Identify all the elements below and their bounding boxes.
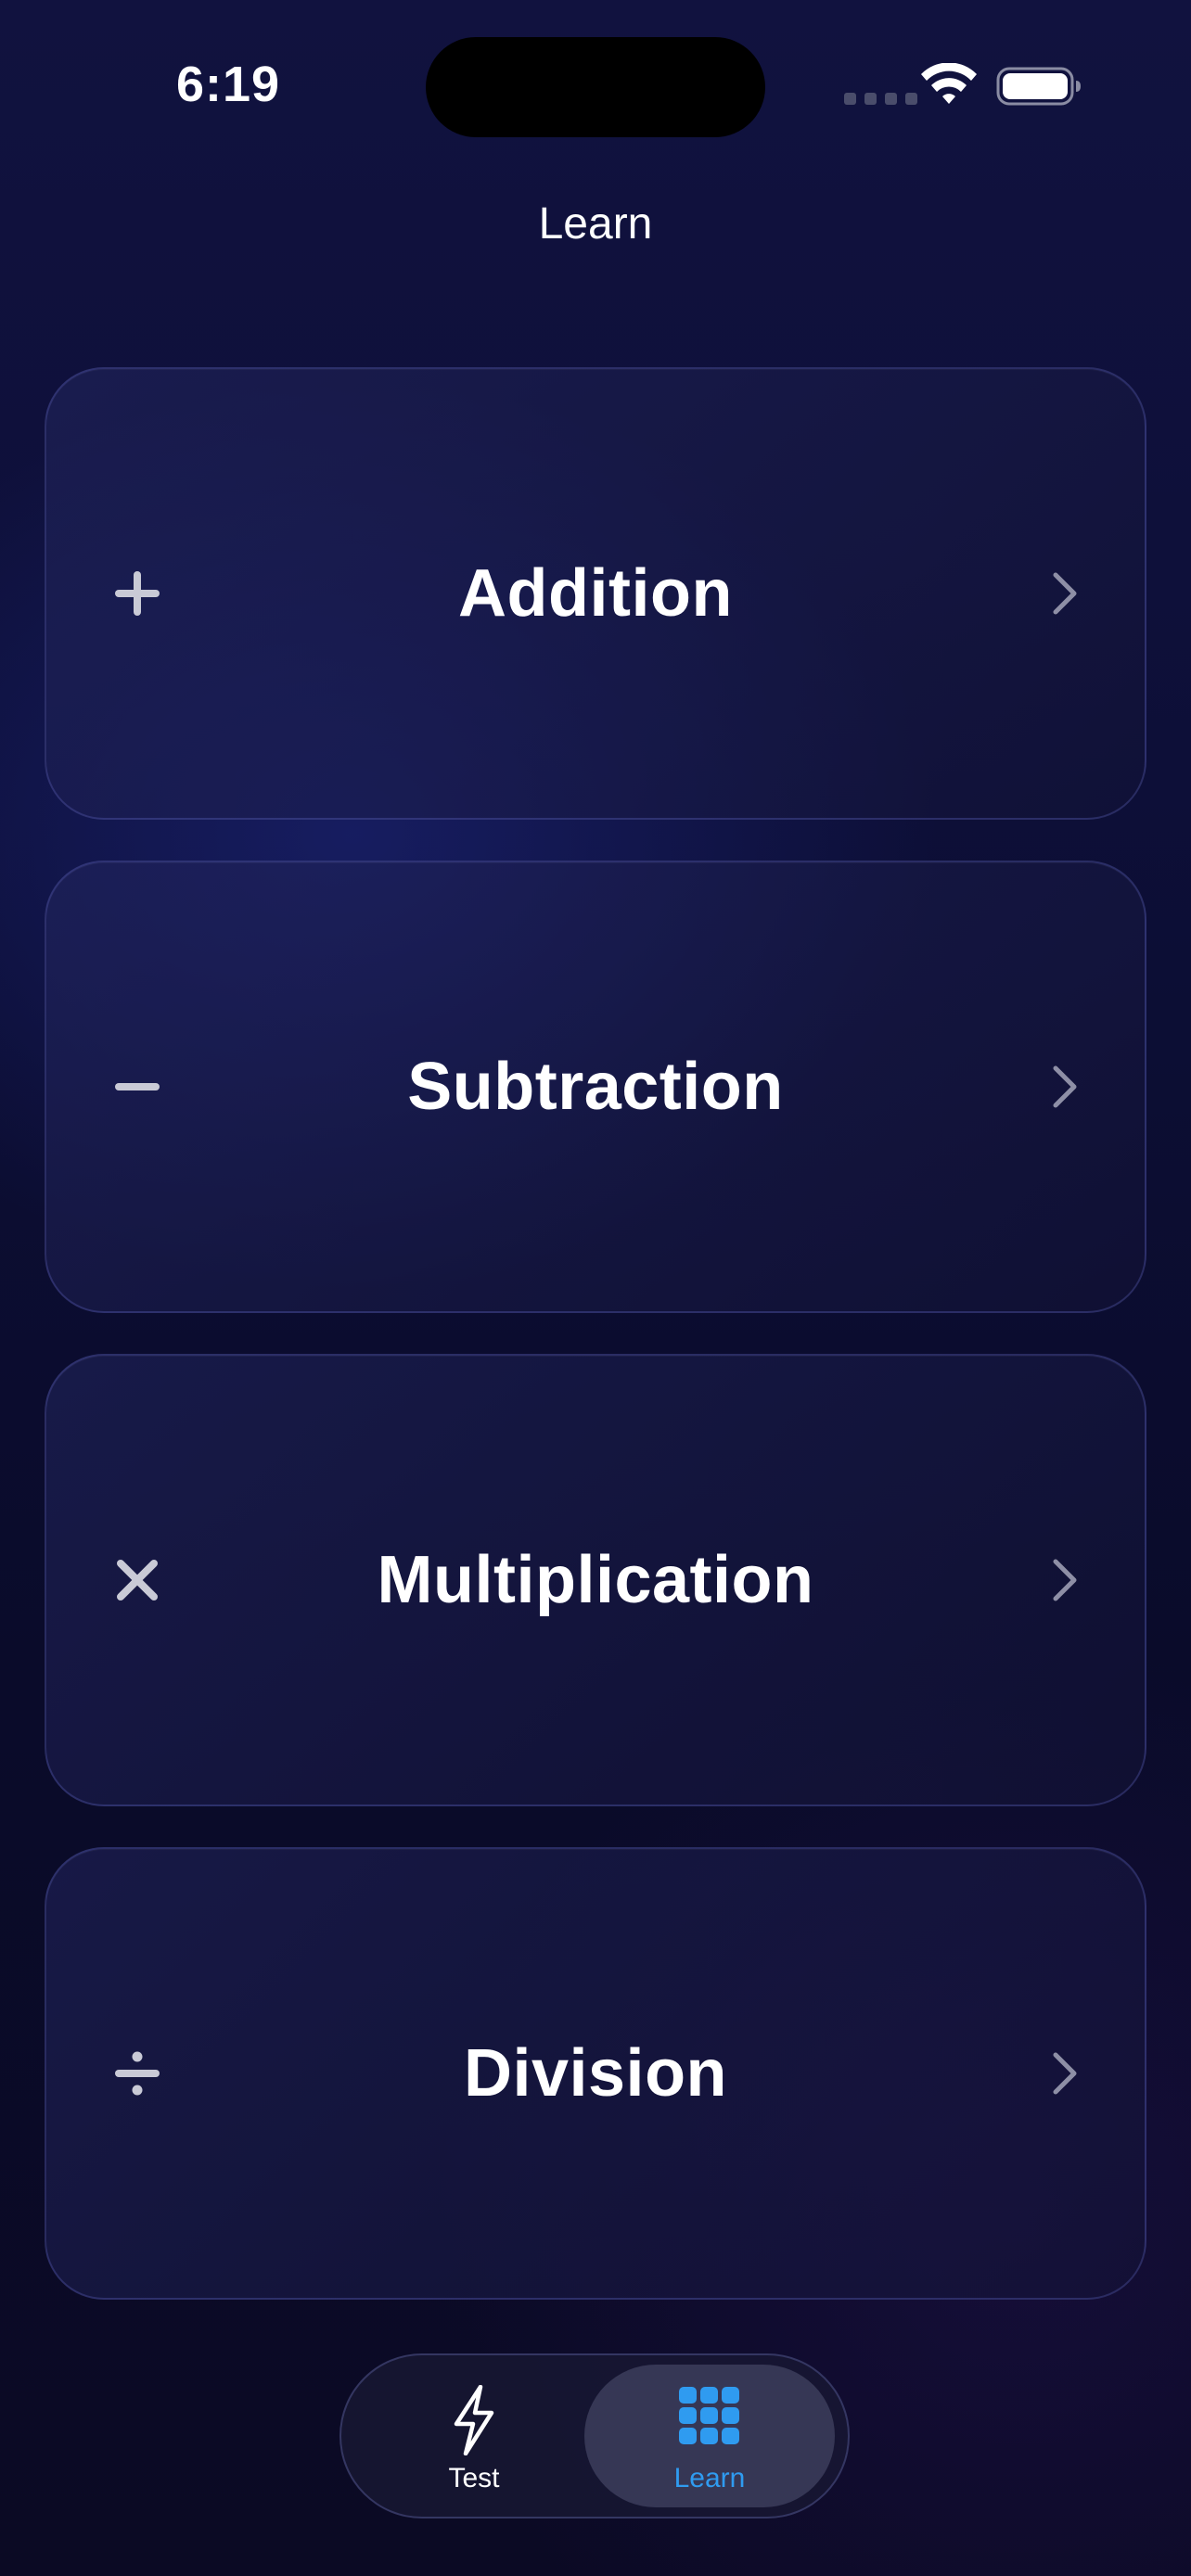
chevron-right-icon: [1053, 1559, 1077, 1601]
wifi-icon: [921, 63, 977, 104]
battery-icon: [996, 67, 1081, 106]
tab-label: Test: [448, 2463, 500, 2493]
tab-learn[interactable]: Learn: [584, 2365, 835, 2507]
cellular-signal-icon: [844, 93, 917, 105]
chevron-right-icon: [1053, 572, 1077, 615]
tab-label: Learn: [673, 2463, 746, 2493]
lightning-bolt-icon: [454, 2385, 494, 2455]
grid-icon: [679, 2387, 739, 2444]
page-title: Learn: [538, 199, 653, 249]
tab-bar: Test Learn: [339, 2353, 850, 2519]
chevron-right-icon: [1053, 2052, 1077, 2095]
status-time: 6:19: [176, 57, 281, 112]
card-label: Subtraction: [407, 1050, 784, 1124]
card-multiplication[interactable]: Multiplication: [45, 1354, 1146, 1806]
card-label: Division: [463, 2036, 728, 2111]
card-subtraction[interactable]: Subtraction: [45, 861, 1146, 1313]
card-label: Addition: [458, 556, 733, 631]
card-division[interactable]: Division: [45, 1847, 1146, 2300]
dynamic-island: [426, 37, 765, 137]
card-addition[interactable]: Addition: [45, 367, 1146, 820]
card-label: Multiplication: [377, 1543, 814, 1617]
chevron-right-icon: [1053, 1065, 1077, 1108]
tab-test[interactable]: Test: [349, 2365, 599, 2507]
